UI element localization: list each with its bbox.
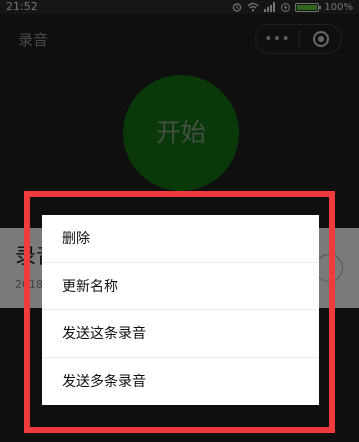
highlight-frame	[24, 191, 335, 433]
